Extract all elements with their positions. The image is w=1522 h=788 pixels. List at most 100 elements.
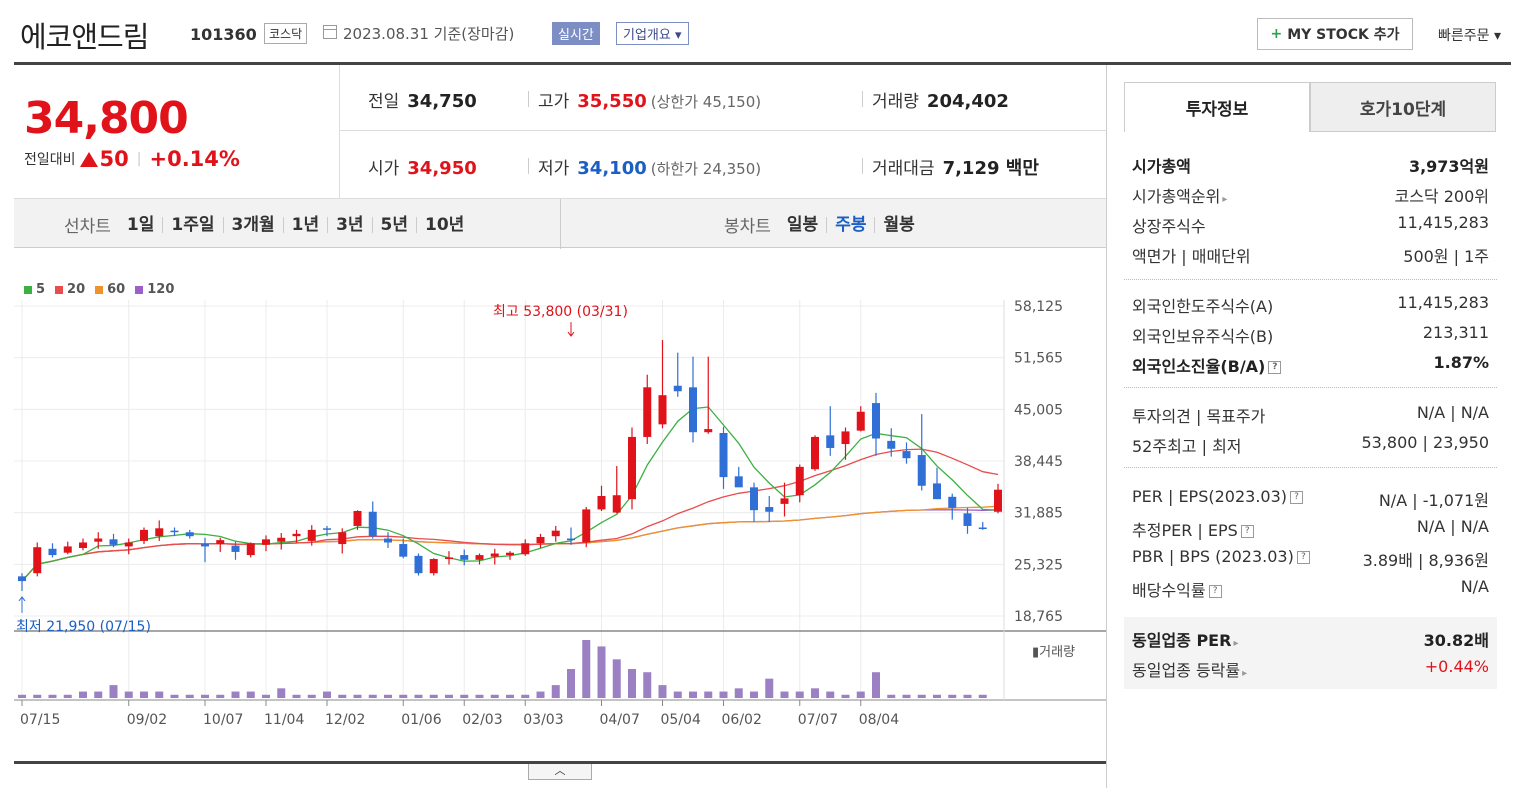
volume-bar	[490, 694, 499, 698]
x-tick-label: 07/07	[798, 712, 838, 728]
help-icon[interactable]: ?	[1268, 361, 1282, 374]
candle-body	[368, 511, 377, 537]
volume-bar	[262, 694, 270, 698]
candle-body	[887, 440, 896, 449]
info-value: 500원 | 1주	[1403, 247, 1489, 266]
period-5y[interactable]: 5년	[371, 216, 416, 233]
divider	[560, 199, 561, 249]
period-10y[interactable]: 10년	[416, 216, 472, 233]
x-tick-label: 09/02	[127, 712, 167, 728]
realtime-button[interactable]: 실시간	[552, 22, 600, 45]
info-key[interactable]: 시가총액순위 ▸	[1132, 183, 1227, 207]
y-tick-label: 31,885	[1014, 506, 1063, 522]
period-1w[interactable]: 1주일	[162, 216, 222, 233]
low-value: 34,100	[577, 158, 647, 179]
info-row: 동일업종 PER ▸ 30.82배	[1132, 623, 1489, 653]
candle-body	[262, 539, 270, 545]
x-tick-label: 12/02	[325, 712, 365, 728]
y-tick-label: 58,125	[1014, 299, 1063, 315]
info-value: 11,415,283	[1397, 213, 1489, 232]
divider: |	[136, 151, 142, 167]
trade-amount: 거래대금 7,129 백만	[872, 154, 1039, 180]
candle-body	[521, 543, 530, 555]
info-value: 11,415,283	[1397, 293, 1489, 312]
stock-candle-chart[interactable]: 58,125 51,565 45,005 38,445 31,885 25,325 18,7…	[14, 250, 1106, 760]
candle-weekly[interactable]: 주봉	[826, 216, 874, 233]
help-icon[interactable]: ?	[1240, 525, 1254, 538]
prev-close-value: 34,750	[407, 91, 477, 112]
volume-bar	[963, 694, 972, 698]
info-key[interactable]: 동일업종 PER ▸	[1132, 627, 1238, 651]
candle-body	[948, 496, 957, 508]
volume-bar	[353, 694, 362, 698]
info-value: N/A | N/A	[1416, 403, 1489, 422]
candle-body	[307, 529, 316, 541]
x-tick-label: 11/04	[264, 712, 304, 728]
x-tick-label: 04/07	[600, 712, 640, 728]
candle-body	[399, 544, 408, 557]
candle-body	[277, 537, 286, 542]
lower-limit: (하한가 24,350)	[650, 160, 762, 178]
period-3m[interactable]: 3개월	[222, 216, 283, 233]
quick-order-dropdown[interactable]: 빠른주문 ▾	[1438, 25, 1501, 45]
candle-daily[interactable]: 일봉	[779, 216, 826, 233]
candle-body	[155, 528, 164, 537]
volume-bar	[445, 694, 453, 698]
volume-bar	[216, 694, 225, 698]
volume-bar	[948, 694, 957, 698]
arrow-right-icon: ▸	[1222, 194, 1228, 205]
valuation-group: PER | EPS(2023.03)? N/A | -1,071원 추정PER | …	[1124, 481, 1497, 605]
help-icon[interactable]: ?	[1208, 585, 1222, 598]
add-mystock-button[interactable]: + MY STOCK 추가	[1257, 18, 1413, 50]
volume-bar	[734, 688, 743, 698]
info-key[interactable]: 동일업종 등락률 ▸	[1132, 657, 1247, 681]
info-value: 213,311	[1422, 323, 1489, 342]
collapse-chart-button[interactable]: ︿	[528, 764, 592, 780]
candle-body	[338, 532, 347, 545]
candle-body	[79, 542, 87, 548]
tab-orderbook[interactable]: 호가10단계	[1310, 82, 1496, 132]
prev-close: 전일 34,750	[368, 87, 477, 112]
open-label: 시가	[368, 159, 400, 179]
period-3y[interactable]: 3년	[327, 216, 371, 233]
candle-chart-label: 봉차트	[724, 217, 771, 237]
y-tick-label: 45,005	[1014, 402, 1063, 418]
divider	[862, 91, 863, 107]
info-key: 상장주식수	[1132, 217, 1206, 236]
candle-body	[978, 527, 987, 530]
plus-icon: +	[1270, 26, 1283, 42]
tab-invest-info[interactable]: 투자정보	[1124, 82, 1310, 132]
period-1d[interactable]: 1일	[119, 216, 162, 233]
volume-bar	[414, 694, 423, 698]
market-cap-group: 시가총액 3,973억원 시가총액순위 ▸ 코스닥 200위 상장주식수 11,415,28…	[1124, 147, 1497, 271]
volume-bar	[368, 694, 377, 698]
candle-body	[231, 545, 240, 552]
volume-bar	[612, 659, 621, 698]
candle-body	[506, 552, 514, 556]
info-row: 시가총액순위 ▸ 코스닥 200위	[1132, 179, 1489, 209]
info-row: 상장주식수 11,415,283	[1132, 209, 1489, 239]
volume-bar	[551, 685, 560, 698]
help-icon[interactable]: ?	[1290, 491, 1303, 504]
info-row: 동일업종 등락률 ▸ +0.44%	[1132, 653, 1489, 683]
volume-bar	[18, 694, 26, 698]
company-overview-dropdown[interactable]: 기업개요 ▾	[616, 22, 689, 45]
candle-body	[795, 466, 804, 496]
candle-monthly[interactable]: 월봉	[874, 216, 922, 233]
volume-bar	[811, 688, 819, 698]
help-icon[interactable]: ?	[1296, 551, 1310, 564]
candle-body	[719, 433, 728, 478]
candle-body	[841, 431, 850, 445]
candle-body	[414, 555, 423, 574]
x-tick-label: 08/04	[859, 712, 899, 728]
open-value: 34,950	[407, 158, 477, 179]
volume-bar	[597, 646, 606, 698]
divider	[528, 91, 529, 107]
period-1y[interactable]: 1년	[282, 216, 327, 233]
arrow-right-icon: ▸	[1242, 668, 1248, 679]
volume-bar	[307, 694, 316, 698]
volume-bar	[856, 691, 865, 698]
invest-info-panel: 투자정보 호가10단계 시가총액 3,973억원 시가총액순위 ▸ 코스닥 200위 상장…	[1106, 65, 1522, 788]
volume-bar	[140, 691, 148, 698]
volume-bar	[719, 691, 728, 698]
